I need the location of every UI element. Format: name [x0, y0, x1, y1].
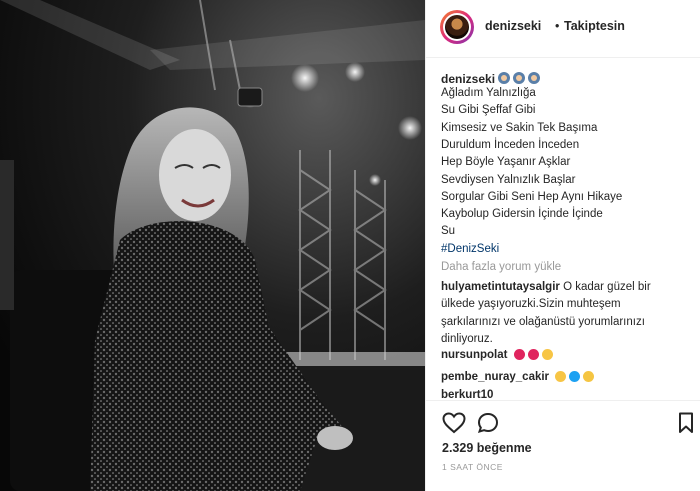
instagram-post: denizseki • Takiptesin denizseki Ağladım… [0, 0, 700, 491]
caption-line: Kaybolup Gidersin İçinde İçinde [441, 208, 603, 220]
bookmark-icon[interactable] [678, 412, 694, 434]
comment-text-line: dinliyoruz. [441, 333, 493, 345]
woman-icon [498, 72, 510, 84]
comment-username[interactable]: hulyametintutaysalgir [441, 281, 560, 293]
comment-list[interactable]: denizseki Ağladım Yalnızlığa Su Gibi Şef… [426, 58, 700, 400]
caption-line: Duruldum İnceden İnceden [441, 139, 580, 151]
post-photo-image [0, 0, 425, 491]
comment-icon[interactable] [477, 412, 499, 434]
caption-line: Ağladım Yalnızlığa [441, 87, 536, 99]
caption-line: Sorgular Gibi Seni Hep Aynı Hikaye [441, 191, 623, 203]
caption-line: Hep Böyle Yaşanır Aşklar [441, 156, 571, 168]
yellow-heart-icon [583, 371, 595, 383]
hashtag-link[interactable]: #DenizSeki [441, 243, 499, 255]
comment-text-line: ülkede yaşıyoruzki.Sizin muhteşem [441, 298, 621, 310]
comment-item: berkurt10 [441, 389, 493, 400]
caption-username[interactable]: denizseki [441, 72, 495, 86]
avatar[interactable] [440, 10, 474, 44]
comment-text: O kadar güzel bir [563, 281, 651, 293]
caption-line: Su [441, 225, 456, 237]
post-header: denizseki • Takiptesin [426, 0, 700, 58]
comment-item: hulyametintutaysalgir O kadar güzel bir [441, 281, 651, 293]
red-heart-icon [527, 349, 539, 361]
heart-icon[interactable] [442, 412, 466, 434]
post-sidebar: denizseki • Takiptesin denizseki Ağladım… [425, 0, 700, 491]
post-photo[interactable] [0, 0, 425, 491]
post-timestamp: 1 SAAT ÖNCE [442, 462, 503, 472]
woman-icon [513, 72, 525, 84]
comment-text-line: şarkılarınızı ve olağanüstü yorumlarınız… [441, 316, 645, 328]
comment-item: nursunpolat [441, 349, 553, 361]
comment-username[interactable]: berkurt10 [441, 389, 493, 400]
smiling-face-icon [555, 371, 567, 383]
follow-status-button[interactable]: Takiptesin [564, 19, 625, 33]
header-separator: • [555, 19, 560, 33]
caption-line: Sevdiysen Yalnızlık Başlar [441, 174, 576, 186]
comment-item: pembe_nuray_cakir [441, 371, 595, 383]
red-heart-icon [513, 349, 525, 361]
header-username[interactable]: denizseki [485, 19, 541, 33]
blue-heart-icon [569, 371, 581, 383]
load-more-comments-button[interactable]: Daha fazla yorum yükle [441, 261, 561, 273]
caption-line: Su Gibi Şeffaf Gibi [441, 104, 536, 116]
like-count[interactable]: 2.329 beğenme [442, 441, 532, 455]
caption-line: Kimsesiz ve Sakin Tek Başıma [441, 122, 598, 134]
post-actions: 2.329 beğenme 1 SAAT ÖNCE [426, 400, 700, 491]
smiling-face-icon [541, 349, 553, 361]
woman-icon [528, 72, 540, 84]
comment-username[interactable]: pembe_nuray_cakir [441, 371, 549, 383]
comment-username[interactable]: nursunpolat [441, 349, 507, 361]
